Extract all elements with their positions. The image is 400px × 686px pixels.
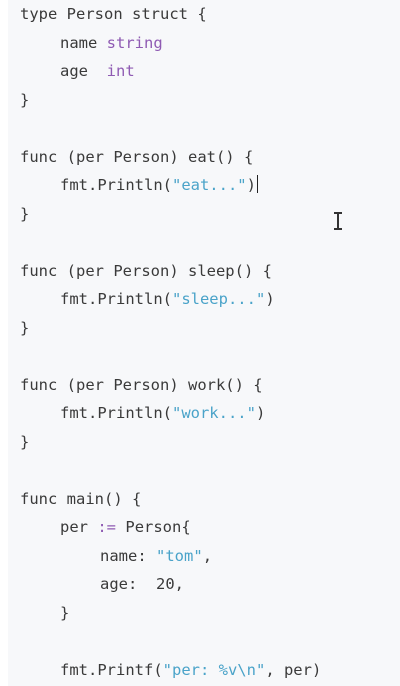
code-line[interactable]: func (per Person) work() { bbox=[20, 371, 395, 400]
code-line-empty[interactable] bbox=[20, 114, 395, 143]
number-literal: 20 bbox=[156, 575, 175, 593]
keyword: func bbox=[20, 489, 58, 508]
editor-left-edge bbox=[0, 0, 8, 686]
code-line[interactable]: } bbox=[20, 599, 395, 628]
code-editor[interactable]: type Person struct { name string age int… bbox=[0, 0, 400, 686]
string-literal: "eat..." bbox=[171, 176, 247, 194]
text-caret-icon bbox=[256, 175, 258, 193]
variable: per bbox=[60, 518, 88, 536]
code-line[interactable]: name string bbox=[20, 29, 395, 58]
operator: := bbox=[97, 518, 117, 536]
keyword: func bbox=[20, 147, 58, 166]
code-line-empty[interactable] bbox=[20, 228, 395, 257]
brace: } bbox=[20, 432, 30, 451]
code-line[interactable]: per := Person{ bbox=[20, 513, 395, 542]
type-name: Person bbox=[66, 5, 123, 23]
code-line[interactable]: func (per Person) sleep() { bbox=[20, 257, 395, 286]
code-line[interactable]: type Person struct { bbox=[20, 0, 395, 29]
code-line[interactable]: fmt.Println("eat...") bbox=[20, 171, 395, 200]
field-key: name: bbox=[100, 546, 147, 565]
string-literal: "work..." bbox=[171, 404, 256, 422]
i-beam-cursor-icon bbox=[333, 212, 343, 230]
code-line-empty[interactable] bbox=[20, 627, 395, 656]
paren: ) bbox=[265, 290, 275, 308]
comma: , bbox=[174, 575, 185, 593]
func-signature: (per Person) eat() { bbox=[66, 147, 254, 166]
field-name: age bbox=[60, 62, 88, 80]
paren: ) bbox=[246, 176, 256, 194]
brace: } bbox=[20, 204, 30, 223]
code-line[interactable]: fmt.Printf("per: %v\n", per) bbox=[20, 656, 395, 685]
call: fmt.Printf( bbox=[60, 660, 163, 679]
comma: , bbox=[202, 546, 213, 565]
keyword: func bbox=[20, 375, 58, 394]
field-key: age: bbox=[100, 575, 138, 593]
keyword: struct bbox=[132, 5, 189, 23]
field-name: name bbox=[60, 33, 98, 52]
call-args: , per) bbox=[265, 660, 322, 679]
field-type: int bbox=[106, 62, 135, 80]
func-signature: main() { bbox=[66, 489, 142, 508]
code-line[interactable]: } bbox=[20, 314, 395, 343]
code-line[interactable]: fmt.Println("sleep...") bbox=[20, 285, 395, 314]
code-line[interactable]: age int bbox=[20, 57, 395, 86]
string-literal: "tom" bbox=[156, 546, 203, 565]
code-line[interactable]: func (per Person) eat() { bbox=[20, 143, 395, 172]
brace: } bbox=[60, 603, 70, 622]
composite-literal: Person{ bbox=[125, 518, 191, 536]
string-literal: "sleep..." bbox=[171, 290, 266, 308]
code-line[interactable]: fmt.Println("work...") bbox=[20, 399, 395, 428]
brace: { bbox=[197, 5, 207, 23]
call: fmt.Println( bbox=[60, 176, 172, 194]
field-type: string bbox=[106, 33, 163, 52]
keyword: type bbox=[20, 5, 58, 23]
func-signature: (per Person) sleep() { bbox=[66, 261, 272, 280]
call: fmt.Println( bbox=[60, 290, 172, 308]
string-literal: "per: %v\n" bbox=[162, 660, 266, 679]
code-content[interactable]: type Person struct { name string age int… bbox=[20, 0, 395, 684]
paren: ) bbox=[255, 404, 266, 422]
func-signature: (per Person) work() { bbox=[66, 375, 263, 394]
code-line-empty[interactable] bbox=[20, 342, 395, 371]
call: fmt.Println( bbox=[60, 404, 172, 422]
code-line[interactable]: age: 20, bbox=[20, 570, 395, 599]
code-line[interactable]: } bbox=[20, 86, 395, 115]
brace: } bbox=[20, 90, 30, 109]
code-line[interactable]: name: "tom", bbox=[20, 542, 395, 571]
code-line[interactable]: } bbox=[20, 428, 395, 457]
keyword: func bbox=[20, 261, 58, 280]
code-line-empty[interactable] bbox=[20, 456, 395, 485]
code-line[interactable]: func main() { bbox=[20, 485, 395, 514]
brace: } bbox=[20, 318, 30, 337]
